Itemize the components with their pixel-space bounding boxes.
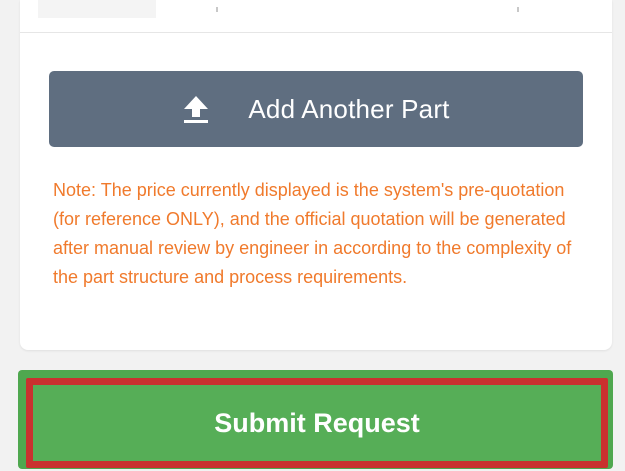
add-another-part-label: Add Another Part (248, 93, 450, 124)
separator-mark (216, 7, 218, 12)
quote-form-card: Add Another Part Note: The price current… (20, 0, 612, 350)
price-disclaimer-note: Note: The price currently displayed is t… (53, 180, 572, 287)
separator-mark (517, 7, 519, 12)
upload-arrow-icon (182, 94, 210, 124)
previous-part-row (20, 0, 612, 33)
add-another-part-button[interactable]: Add Another Part (49, 71, 583, 147)
submit-request-button[interactable]: Submit Request (26, 378, 608, 468)
previous-field-stub (38, 0, 156, 18)
